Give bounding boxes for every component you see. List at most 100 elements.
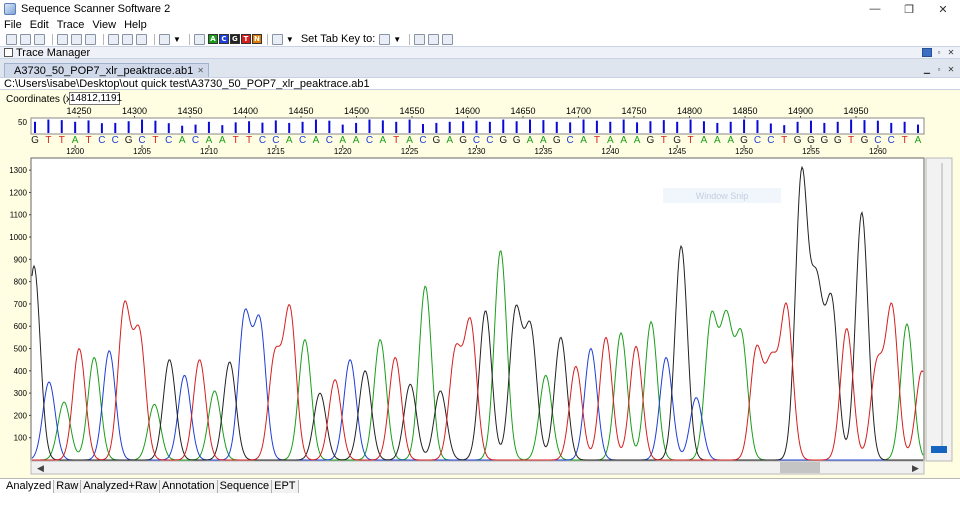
position-tick-label: 1205	[133, 147, 151, 156]
base-g-button[interactable]: G	[229, 34, 240, 44]
tab-analyzed-raw[interactable]: Analyzed+Raw	[81, 480, 160, 493]
menu-edit[interactable]: Edit	[30, 19, 49, 31]
base-call: A	[219, 135, 226, 146]
scroll-left-icon[interactable]: ◀	[37, 463, 44, 473]
restore-icon[interactable]: ▫	[934, 48, 944, 57]
cursor-icon[interactable]	[271, 33, 283, 45]
open-icon[interactable]	[6, 33, 17, 45]
quality-bar	[595, 120, 598, 133]
base-call: C	[366, 135, 373, 146]
tab-raw[interactable]: Raw	[54, 480, 82, 493]
base-call: T	[246, 135, 252, 146]
zoom-out-icon[interactable]	[442, 33, 454, 45]
copy-icon[interactable]	[85, 33, 96, 45]
scan-tick-label: 14700	[566, 106, 591, 116]
base-call: T	[688, 135, 694, 146]
base-a-button[interactable]: A	[207, 34, 218, 44]
position-tick-label: 1200	[66, 147, 84, 156]
y-tick-label: 900	[14, 255, 28, 264]
menu-trace[interactable]: Trace	[57, 19, 85, 31]
quality-bar	[796, 121, 799, 133]
quality-bar	[381, 120, 384, 133]
base-call: A	[701, 135, 708, 146]
quality-bar	[769, 123, 772, 133]
close-icon[interactable]: ✕	[946, 48, 956, 57]
menu-help[interactable]: Help	[124, 19, 147, 31]
save-icon[interactable]	[20, 33, 31, 45]
scroll-right-icon[interactable]: ▶	[912, 463, 919, 473]
chevron-down-icon[interactable]: ▼	[286, 35, 294, 44]
quality-bar	[502, 119, 505, 133]
quality-bar	[154, 120, 157, 133]
base-call: C	[272, 135, 279, 146]
base-call: T	[85, 135, 91, 146]
tab-sequence[interactable]: Sequence	[217, 480, 273, 493]
zoom-fit-icon[interactable]	[414, 33, 426, 45]
maximize-button[interactable]: ❐	[892, 0, 926, 18]
redo-icon[interactable]	[122, 33, 133, 45]
base-call: A	[915, 135, 922, 146]
minimize-icon[interactable]: ▁	[922, 65, 932, 74]
restore-icon[interactable]: ▫	[934, 65, 944, 74]
scan-tick-label: 14800	[677, 106, 702, 116]
base-call: A	[286, 135, 293, 146]
tab-ept[interactable]: EPT	[272, 480, 299, 493]
document-tab-strip: A3730_50_POP7_xlr_peaktrace.ab1 ✕ ▁ ▫ ✕	[0, 63, 960, 77]
document-tab[interactable]: A3730_50_POP7_xlr_peaktrace.ab1 ✕	[4, 63, 209, 77]
base-n-button[interactable]: N	[251, 34, 262, 44]
print-icon[interactable]	[57, 33, 68, 45]
quality-bar	[555, 121, 558, 133]
tab-key-icon[interactable]	[379, 33, 391, 45]
find-icon[interactable]	[136, 33, 147, 45]
chart-view-icon[interactable]	[159, 33, 170, 45]
chevron-down-icon[interactable]: ▼	[393, 35, 401, 44]
chevron-down-icon[interactable]: ▼	[173, 35, 181, 44]
vertical-slider-thumb[interactable]	[931, 446, 947, 453]
quality-bar	[341, 124, 344, 133]
overlay-icon[interactable]	[193, 33, 205, 45]
horizontal-scroll-thumb[interactable]	[780, 462, 820, 473]
scan-tick-label: 14750	[621, 106, 646, 116]
base-call: T	[661, 135, 667, 146]
base-call: C	[419, 135, 426, 146]
zoom-in-icon[interactable]	[428, 33, 440, 45]
base-call: A	[206, 135, 213, 146]
base-call: A	[446, 135, 453, 146]
quality-bar	[863, 120, 866, 133]
base-call: A	[634, 135, 641, 146]
quality-bar	[127, 121, 130, 133]
title-bar: Sequence Scanner Software 2 — ❐ ✕	[0, 0, 960, 18]
menu-file[interactable]: File	[4, 19, 22, 31]
scan-tick-label: 14400	[233, 106, 258, 116]
vertical-slider-track	[941, 163, 943, 448]
print-preview-icon[interactable]	[71, 33, 82, 45]
tab-annotation[interactable]: Annotation	[159, 480, 218, 493]
y-tick-label: 200	[14, 411, 28, 420]
base-call: C	[192, 135, 199, 146]
save-all-icon[interactable]	[34, 33, 45, 45]
position-tick-label: 1260	[869, 147, 887, 156]
layout-icon[interactable]	[922, 48, 932, 57]
close-button[interactable]: ✕	[926, 0, 960, 18]
position-tick-label: 1240	[601, 147, 619, 156]
quality-bar	[34, 121, 36, 133]
tab-analyzed[interactable]: Analyzed	[4, 480, 55, 493]
base-call: G	[513, 135, 521, 146]
minimize-button[interactable]: —	[858, 0, 892, 18]
electropherogram-chart[interactable]: 14250 14300 14350 14400 14450 14500 14550 14600…	[0, 90, 960, 478]
base-call: C	[326, 135, 333, 146]
trace-manager-label[interactable]: Trace Manager	[16, 47, 90, 59]
undo-icon[interactable]	[108, 33, 119, 45]
quality-bar	[756, 120, 759, 133]
base-call: A	[540, 135, 547, 146]
base-t-button[interactable]: T	[240, 34, 251, 44]
menu-view[interactable]: View	[92, 19, 116, 31]
quality-bar	[87, 120, 90, 133]
quality-bar	[542, 120, 545, 133]
position-tick-label: 1220	[334, 147, 352, 156]
base-call: A	[727, 135, 734, 146]
close-icon[interactable]: ✕	[197, 66, 204, 75]
close-icon[interactable]: ✕	[946, 65, 956, 74]
base-c-button[interactable]: C	[218, 34, 229, 44]
base-call: C	[473, 135, 480, 146]
